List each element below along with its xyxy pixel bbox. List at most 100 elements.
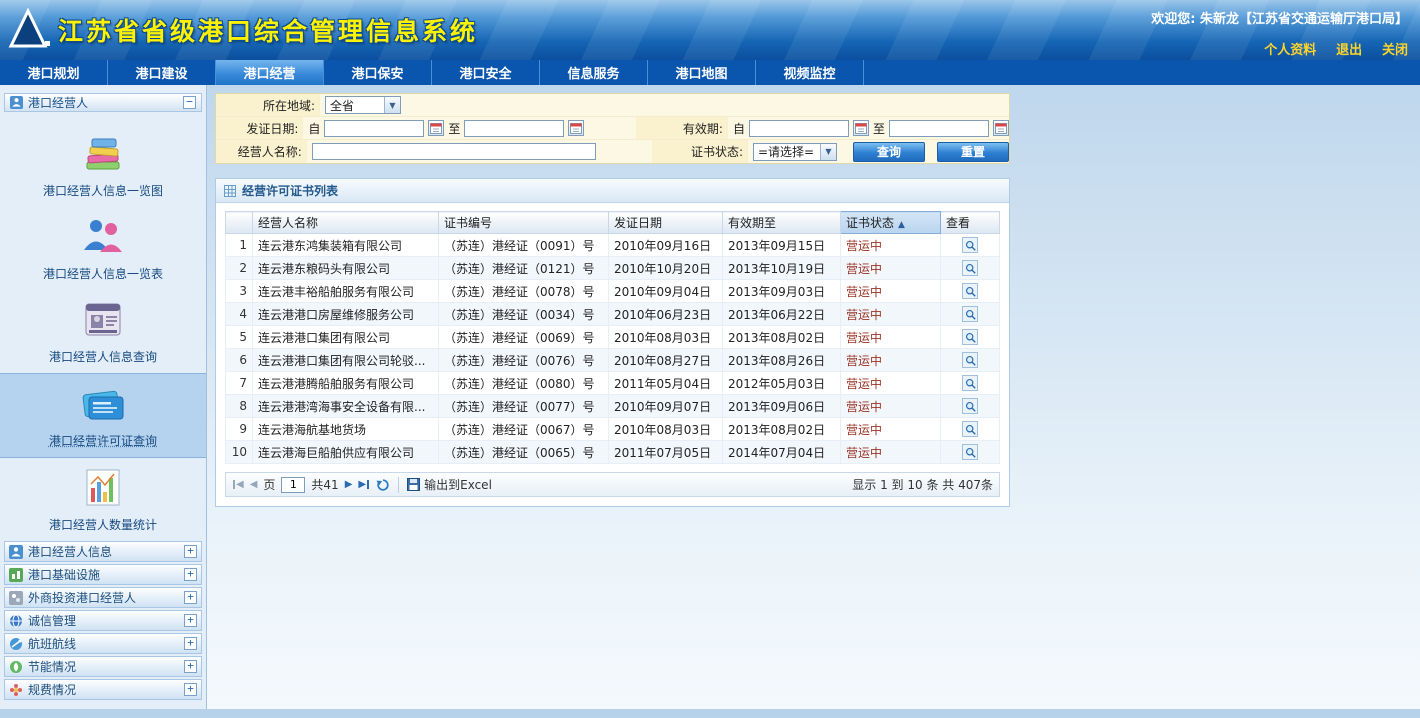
nav-tab-port-construction[interactable]: 港口建设 <box>108 60 216 85</box>
pager-divider <box>398 477 399 493</box>
sidebar-item-label: 港口经营人信息一览图 <box>0 182 206 199</box>
welcome-text: 欢迎您: 朱新龙【江苏省交通运输厅港口局】 <box>1151 8 1408 27</box>
sort-asc-icon: ▲ <box>898 220 905 230</box>
region-select[interactable]: 全省 ▼ <box>325 96 401 114</box>
view-detail-icon[interactable] <box>962 260 978 276</box>
credit-globe-icon <box>9 614 23 628</box>
person-info-icon <box>9 545 23 559</box>
table-row[interactable]: 7 连云港港腾船舶服务有限公司 （苏连）港经证（0080）号 2011年05月0… <box>226 372 1000 395</box>
sidebar-panel-fees[interactable]: 规费情况 + <box>4 679 202 700</box>
logout-link[interactable]: 退出 <box>1336 43 1362 58</box>
sidebar-item-operator-info-query[interactable]: 港口经营人信息查询 <box>0 290 206 373</box>
sidebar-panel-operator-info[interactable]: 港口经营人信息 + <box>4 541 202 562</box>
expand-panel-button[interactable]: + <box>184 545 197 558</box>
validity-from-input[interactable] <box>749 120 849 137</box>
calendar-icon[interactable] <box>993 120 1009 136</box>
nav-tab-port-planning[interactable]: 港口规划 <box>0 60 108 85</box>
issue-date-to-input[interactable] <box>464 120 564 137</box>
view-detail-icon[interactable] <box>962 352 978 368</box>
search-button[interactable]: 查询 <box>853 142 925 162</box>
issue-date-from-input[interactable] <box>324 120 424 137</box>
sidebar-panel-header[interactable]: 港口经营人 − <box>4 93 202 112</box>
nav-tab-video-monitor[interactable]: 视频监控 <box>756 60 864 85</box>
nav-tab-port-safety[interactable]: 港口安全 <box>432 60 540 85</box>
view-detail-icon[interactable] <box>962 237 978 253</box>
expand-panel-button[interactable]: + <box>184 683 197 696</box>
refresh-icon[interactable] <box>376 478 390 492</box>
operator-name-input[interactable] <box>312 143 596 160</box>
sidebar-item-label: 港口经营人数量统计 <box>0 516 206 533</box>
expand-panel-button[interactable]: + <box>184 660 197 673</box>
export-excel-button[interactable]: 输出到Excel <box>407 476 492 493</box>
col-cert-status[interactable]: 证书状态▲ <box>841 212 941 234</box>
calendar-icon[interactable] <box>853 120 869 136</box>
table-row[interactable]: 4 连云港港口房屋维修服务公司 （苏连）港经证（0034）号 2010年06月2… <box>226 303 1000 326</box>
table-row[interactable]: 6 连云港港口集团有限公司轮驳... （苏连）港经证（0076）号 2010年0… <box>226 349 1000 372</box>
nav-tab-port-map[interactable]: 港口地图 <box>648 60 756 85</box>
expand-panel-button[interactable]: + <box>184 591 197 604</box>
page-input[interactable] <box>281 477 305 493</box>
validity-to-input[interactable] <box>889 120 989 137</box>
issue-date-label: 发证日期: <box>216 117 303 139</box>
fees-icon <box>9 683 23 697</box>
view-detail-icon[interactable] <box>962 283 978 299</box>
results-panel-title: 经营许可证书列表 <box>242 182 338 199</box>
view-detail-icon[interactable] <box>962 444 978 460</box>
view-detail-icon[interactable] <box>962 375 978 391</box>
app-header: 江苏省省级港口综合管理信息系统 欢迎您: 朱新龙【江苏省交通运输厅港口局】 个人… <box>0 0 1420 60</box>
sidebar-item-license-query[interactable]: 港口经营许可证查询 <box>0 373 206 458</box>
table-row[interactable]: 9 连云港海航基地货场 （苏连）港经证（0067）号 2010年08月03日 2… <box>226 418 1000 441</box>
sidebar-panel-foreign-investment[interactable]: 外商投资港口经营人 + <box>4 587 202 608</box>
table-row[interactable]: 8 连云港港湾海事安全设备有限... （苏连）港经证（0077）号 2010年0… <box>226 395 1000 418</box>
calendar-icon[interactable] <box>428 120 444 136</box>
cert-status-select[interactable]: =请选择= ▼ <box>753 143 837 161</box>
chevron-down-icon: ▼ <box>820 144 836 160</box>
table-row[interactable]: 5 连云港港口集团有限公司 （苏连）港经证（0069）号 2010年08月03日… <box>226 326 1000 349</box>
prev-page-button[interactable]: ◀ <box>250 480 258 490</box>
collapse-panel-button[interactable]: − <box>183 96 196 109</box>
expand-panel-button[interactable]: + <box>184 568 197 581</box>
header-links: 个人资料 退出 关闭 <box>1248 39 1408 58</box>
pagination-summary: 显示 1 到 10 条 共 407条 <box>852 476 993 493</box>
route-icon <box>9 637 23 651</box>
expand-panel-button[interactable]: + <box>184 614 197 627</box>
sidebar-item-operator-statistics[interactable]: 港口经营人数量统计 <box>0 458 206 541</box>
col-issue-date[interactable]: 发证日期 <box>609 212 723 234</box>
col-valid-until[interactable]: 有效期至 <box>723 212 841 234</box>
view-detail-icon[interactable] <box>962 306 978 322</box>
view-detail-icon[interactable] <box>962 329 978 345</box>
view-detail-icon[interactable] <box>962 421 978 437</box>
calendar-icon[interactable] <box>568 120 584 136</box>
col-operator-name[interactable]: 经营人名称 <box>253 212 439 234</box>
close-link[interactable]: 关闭 <box>1382 43 1408 58</box>
table-row[interactable]: 1 连云港东鸿集装箱有限公司 （苏连）港经证（0091）号 2010年09月16… <box>226 234 1000 257</box>
page-title: 江苏省省级港口综合管理信息系统 <box>58 12 478 48</box>
last-page-button[interactable]: ▶ <box>358 480 370 490</box>
sidebar-panel-infrastructure[interactable]: 港口基础设施 + <box>4 564 202 585</box>
to-label: 至 <box>873 120 885 137</box>
chevron-down-icon: ▼ <box>384 97 400 113</box>
nav-tab-port-operation[interactable]: 港口经营 <box>216 60 324 85</box>
next-page-button[interactable]: ▶ <box>345 480 353 490</box>
foreign-investment-icon <box>9 591 23 605</box>
to-label: 至 <box>448 120 460 137</box>
reset-button[interactable]: 重置 <box>937 142 1009 162</box>
results-panel: 经营许可证书列表 经营人名称 证书编号 发证日期 有效期至 证书 <box>215 178 1010 507</box>
page-label: 页 <box>263 476 275 493</box>
expand-panel-button[interactable]: + <box>184 637 197 650</box>
table-header-row: 经营人名称 证书编号 发证日期 有效期至 证书状态▲ 查看 <box>226 212 1000 234</box>
nav-tab-port-security[interactable]: 港口保安 <box>324 60 432 85</box>
first-page-button[interactable]: ◀ <box>232 480 244 490</box>
sidebar-item-operator-overview-chart[interactable]: 港口经营人信息一览图 <box>0 124 206 207</box>
view-detail-icon[interactable] <box>962 398 978 414</box>
sidebar-panel-flight-routes[interactable]: 航班航线 + <box>4 633 202 654</box>
nav-tab-info-service[interactable]: 信息服务 <box>540 60 648 85</box>
table-row[interactable]: 3 连云港丰裕船舶服务有限公司 （苏连）港经证（0078）号 2010年09月0… <box>226 280 1000 303</box>
col-cert-no[interactable]: 证书编号 <box>439 212 609 234</box>
sidebar-item-operator-overview-table[interactable]: 港口经营人信息一览表 <box>0 207 206 290</box>
sidebar-panel-credit-management[interactable]: 诚信管理 + <box>4 610 202 631</box>
table-row[interactable]: 10 连云港海巨船舶供应有限公司 （苏连）港经证（0065）号 2011年07月… <box>226 441 1000 464</box>
profile-link[interactable]: 个人资料 <box>1264 43 1316 58</box>
table-row[interactable]: 2 连云港东粮码头有限公司 （苏连）港经证（0121）号 2010年10月20日… <box>226 257 1000 280</box>
sidebar-panel-energy-saving[interactable]: 节能情况 + <box>4 656 202 677</box>
